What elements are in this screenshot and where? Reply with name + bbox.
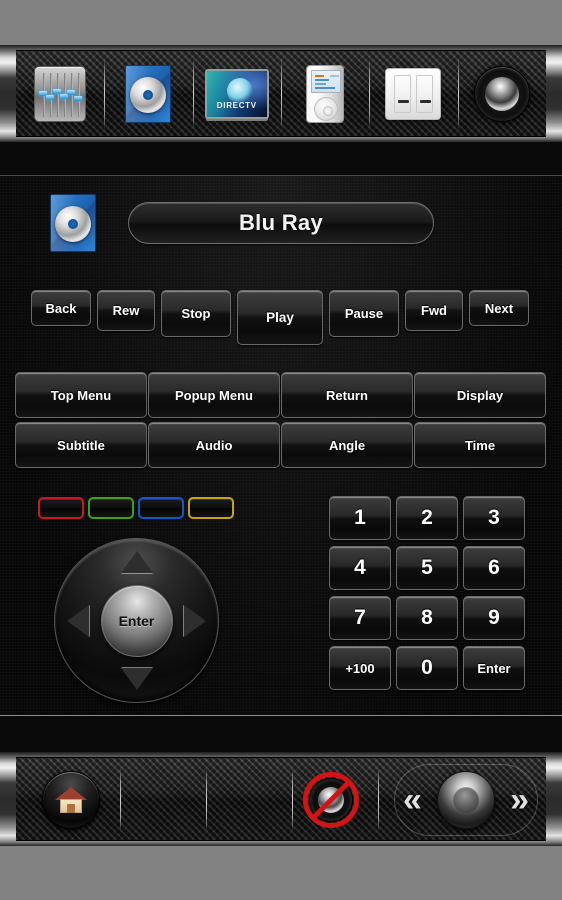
dpad-down-button[interactable]: [120, 668, 153, 690]
sidebar-item-lights[interactable]: [369, 50, 457, 137]
key-0[interactable]: 0: [396, 646, 458, 690]
sidebar-item-speakers[interactable]: [457, 50, 546, 137]
speaker-icon: [473, 65, 530, 122]
bottom-toolbar-chrome: « »: [0, 752, 562, 846]
audio-button[interactable]: Audio: [148, 422, 280, 468]
sidebar-item-receiver[interactable]: [16, 50, 104, 137]
play-button[interactable]: Play: [237, 290, 323, 345]
directv-tv-icon: DIRECTV: [204, 68, 269, 119]
time-button[interactable]: Time: [414, 422, 546, 468]
equalizer-icon: [34, 65, 87, 122]
mute-button[interactable]: [303, 772, 359, 828]
sidebar-item-directv[interactable]: DIRECTV: [192, 50, 281, 137]
yellow-button[interactable]: [188, 497, 234, 519]
dpad-enter-button[interactable]: Enter: [100, 584, 173, 657]
remote-app-screen: DIRECTV Blu Ray Back Rew Stop Play Pause…: [0, 0, 562, 900]
next-button[interactable]: Next: [469, 290, 529, 326]
house-icon: [55, 787, 87, 813]
toolbar-divider: [378, 768, 379, 832]
volume-speaker-button[interactable]: [437, 771, 495, 829]
green-button[interactable]: [88, 497, 134, 519]
display-button[interactable]: Display: [414, 372, 546, 418]
key-1[interactable]: 1: [329, 496, 391, 540]
bluray-disc-icon: [125, 64, 172, 123]
stop-button[interactable]: Stop: [161, 290, 231, 337]
ipod-icon: [306, 64, 345, 123]
dpad-left-button[interactable]: [67, 604, 89, 637]
key-4[interactable]: 4: [329, 546, 391, 590]
rew-button[interactable]: Rew: [97, 290, 155, 331]
dpad-right-button[interactable]: [184, 604, 206, 637]
device-tabbar: DIRECTV: [16, 50, 546, 137]
volume-control-group: « »: [394, 764, 538, 836]
key-2[interactable]: 2: [396, 496, 458, 540]
pause-button[interactable]: Pause: [329, 290, 399, 337]
key-8[interactable]: 8: [396, 596, 458, 640]
key-5[interactable]: 5: [396, 546, 458, 590]
dpad-up-button[interactable]: [120, 551, 153, 573]
device-header: Blu Ray: [0, 190, 562, 262]
sidebar-item-bluray[interactable]: [104, 50, 192, 137]
bluray-disc-icon: [50, 194, 96, 252]
angle-button[interactable]: Angle: [281, 422, 413, 468]
device-title-plate: Blu Ray: [128, 202, 434, 244]
key-6[interactable]: 6: [463, 546, 525, 590]
blue-button[interactable]: [138, 497, 184, 519]
top-menu-button[interactable]: Top Menu: [15, 372, 147, 418]
bottom-gap: [0, 716, 562, 752]
device-tabbar-chrome: DIRECTV: [0, 45, 562, 142]
key-3[interactable]: 3: [463, 496, 525, 540]
bottom-toolbar: « »: [16, 757, 546, 841]
key-enter[interactable]: Enter: [463, 646, 525, 690]
subtitle-button[interactable]: Subtitle: [15, 422, 147, 468]
main-panel: Blu Ray Back Rew Stop Play Pause Fwd Nex…: [0, 175, 562, 716]
dpad: Enter: [54, 538, 219, 703]
key-plus-100[interactable]: +100: [329, 646, 391, 690]
numeric-keypad: 1 2 3 4 5 6 7 8 9 +100 0 Enter: [329, 496, 530, 692]
top-gap: [0, 142, 562, 175]
red-button[interactable]: [38, 497, 84, 519]
toolbar-divider: [120, 768, 121, 832]
sidebar-item-ipod[interactable]: [280, 50, 369, 137]
home-button[interactable]: [42, 771, 100, 829]
popup-menu-button[interactable]: Popup Menu: [148, 372, 280, 418]
toolbar-divider: [206, 768, 207, 832]
page-title: Blu Ray: [238, 210, 323, 235]
back-button[interactable]: Back: [31, 290, 91, 326]
key-7[interactable]: 7: [329, 596, 391, 640]
light-switch-icon: [385, 67, 442, 120]
toolbar-divider: [292, 768, 293, 832]
directv-logo-text: DIRECTV: [216, 100, 257, 110]
fwd-button[interactable]: Fwd: [405, 290, 463, 331]
volume-up-button[interactable]: »: [510, 783, 529, 817]
key-9[interactable]: 9: [463, 596, 525, 640]
volume-down-button[interactable]: «: [403, 783, 422, 817]
return-button[interactable]: Return: [281, 372, 413, 418]
